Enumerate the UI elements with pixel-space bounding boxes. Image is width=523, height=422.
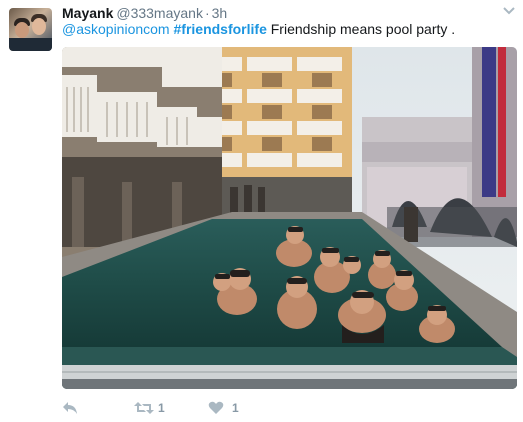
chevron-down-icon[interactable] — [503, 6, 515, 16]
tweet-card[interactable]: Mayank @333mayank · 3h @askopinioncom #frie… — [0, 0, 523, 422]
retweet-icon — [134, 402, 154, 414]
tweet-text: @askopinioncom #friendsforlife Friendshi… — [62, 20, 455, 38]
mention-link[interactable]: @askopinioncom — [62, 21, 170, 37]
hashtag-link[interactable]: #friendsforlife — [174, 21, 267, 37]
tweet-photo[interactable] — [62, 47, 517, 389]
separator-dot: · — [204, 5, 210, 21]
reply-icon — [63, 402, 77, 414]
like-count: 1 — [232, 401, 239, 415]
author-handle[interactable]: @333mayank — [116, 5, 203, 21]
retweet-button[interactable]: 1 — [134, 398, 194, 418]
tweet-actions: 1 1 — [62, 398, 462, 418]
heart-icon — [208, 401, 224, 414]
retweet-count: 1 — [158, 401, 165, 415]
author-name[interactable]: Mayank — [62, 5, 113, 21]
tweet-timestamp[interactable]: 3h — [212, 5, 228, 21]
reply-button[interactable] — [62, 398, 82, 418]
avatar[interactable] — [9, 8, 52, 51]
like-button[interactable]: 1 — [208, 398, 268, 418]
tweet-body-text: Friendship means pool party . — [270, 21, 456, 37]
